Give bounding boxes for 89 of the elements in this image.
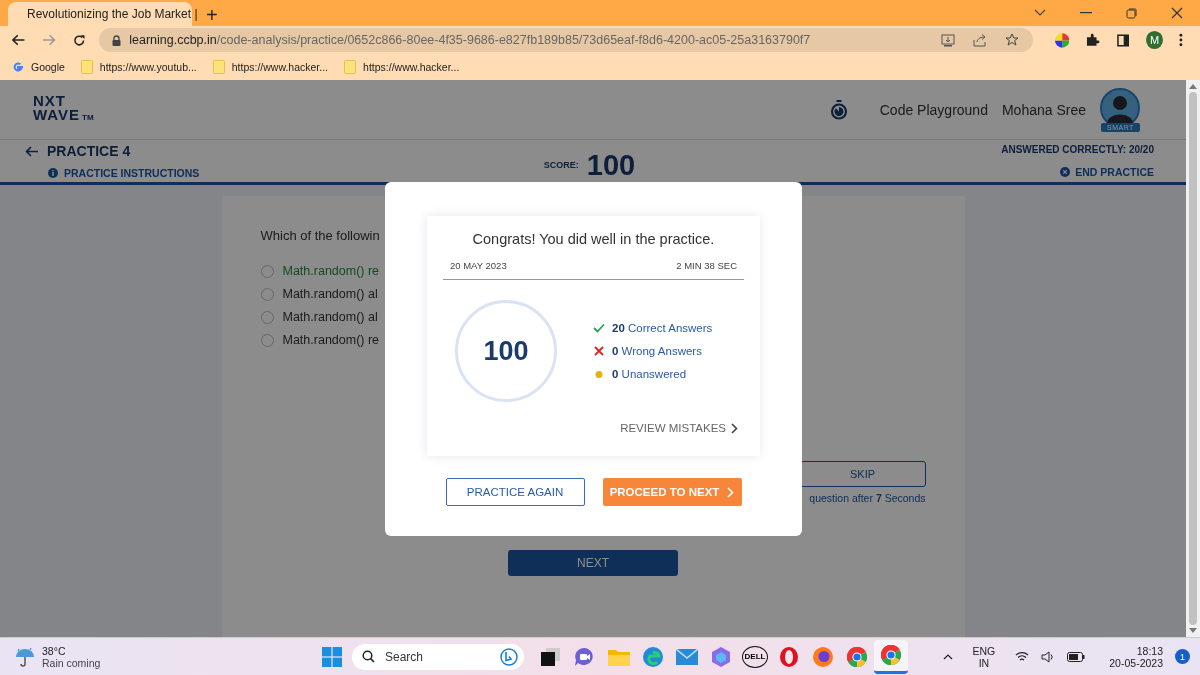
end-practice-link[interactable]: END PRACTICE — [1060, 166, 1154, 178]
clock[interactable]: 18:13 20-05-2023 — [1109, 644, 1163, 669]
restore-icon[interactable] — [1126, 7, 1137, 19]
battery-icon[interactable] — [1067, 651, 1086, 662]
wifi-icon[interactable] — [1015, 651, 1030, 662]
swirl-browser-icon — [643, 646, 663, 667]
back-arrow-icon[interactable] — [25, 145, 39, 157]
folder-icon — [608, 647, 630, 666]
close-icon[interactable] — [1171, 7, 1183, 19]
review-mistakes-link[interactable]: REVIEW MISTAKES — [620, 422, 738, 434]
install-icon[interactable] — [940, 33, 955, 47]
search-icon — [362, 650, 375, 663]
stopwatch-icon[interactable] — [829, 99, 848, 120]
skip-notice: question after 7 Seconds — [809, 492, 926, 504]
hexagon-icon — [711, 646, 731, 667]
bookmark[interactable]: https://www.hacker... — [212, 60, 329, 74]
close-circle-icon — [1060, 167, 1071, 177]
option-text: Math.random() re — [282, 264, 380, 278]
profile-avatar[interactable]: M — [1146, 31, 1164, 49]
chevron-down-icon[interactable] — [1034, 9, 1046, 17]
ring-browser-icon — [779, 646, 799, 667]
caret-up-icon[interactable] — [942, 653, 953, 660]
b-logo-icon[interactable] — [500, 647, 518, 666]
taskbar-app[interactable]: DELL — [738, 639, 772, 674]
scroll-up-icon[interactable] — [1189, 84, 1197, 89]
taskbar-search-field[interactable]: Search — [352, 643, 524, 670]
side-panel-icon[interactable] — [1116, 33, 1129, 47]
skip-button[interactable]: SKIP — [799, 461, 926, 487]
bookmark[interactable]: https://www.youtub... — [80, 60, 197, 74]
stat-text: 0 Wrong Answers — [612, 345, 702, 357]
practice-instructions-link[interactable]: PRACTICE INSTRUCTIONS — [48, 167, 544, 179]
practice-title: PRACTICE 4 — [47, 143, 131, 159]
weather-status: Rain coming — [42, 656, 101, 669]
share-icon[interactable] — [972, 33, 987, 47]
answered-correctly: ANSWERED CORRECTLY: 20/20 — [1001, 144, 1154, 155]
chrome-icon — [881, 645, 901, 665]
folder-icon — [80, 60, 93, 74]
cross-icon — [593, 346, 605, 356]
chrome-icon — [847, 646, 867, 667]
chevron-right-icon — [727, 486, 735, 498]
language-indicator[interactable]: ENG IN — [972, 644, 996, 669]
stat-text: 0 Unanswered — [612, 368, 687, 380]
score-value: 100 — [586, 148, 636, 182]
notification-badge[interactable]: 1 — [1175, 649, 1190, 664]
speaker-icon[interactable] — [1041, 650, 1056, 663]
score-label: SCORE: — [543, 160, 579, 170]
url-text: learning.ccbp.in/code-analysis/practice/0652c866-80ee-4f35-9686-e827fb189b85/73d65eaf-f8d6-4200-ac05-25a3163790f7 — [129, 33, 811, 47]
mail-icon — [676, 648, 698, 665]
option-text: Math.random() al — [282, 287, 378, 301]
nxtwave-logo[interactable]: NXT WAVE TM — [33, 94, 94, 125]
practice-date: 20 MAY 2023 — [450, 260, 507, 271]
dot-icon — [593, 370, 605, 378]
score-value: 100 — [483, 335, 529, 367]
video-chat-icon — [574, 646, 596, 667]
kebab-menu-icon[interactable] — [1179, 33, 1184, 47]
umbrella-icon — [14, 645, 36, 668]
minimize-icon[interactable] — [1080, 12, 1092, 14]
check-icon — [593, 323, 605, 333]
lock-icon — [112, 34, 122, 46]
scrollbar[interactable] — [1186, 80, 1200, 637]
reload-icon[interactable] — [72, 33, 86, 47]
folder-icon — [212, 60, 225, 74]
congrats-message: Congrats! You did well in the practice. — [471, 231, 716, 247]
address-bar[interactable]: learning.ccbp.in/code-analysis/practice/0652c866-80ee-4f35-9686-e827fb189b85/73d65eaf-f8d6-4200-ac05-25a3163790f7 — [99, 28, 1033, 52]
google-icon — [12, 61, 24, 73]
chevron-right-icon — [731, 422, 738, 434]
code-playground-link[interactable]: Code Playground — [879, 101, 988, 118]
question-text: Which of the followin — [260, 228, 380, 243]
practice-again-button[interactable]: PRACTICE AGAIN — [445, 478, 585, 506]
color-wheel-icon[interactable] — [1054, 32, 1070, 48]
stat-text: 20 Correct Answers — [612, 322, 713, 334]
tab-title: Revolutionizing the Job Market | — [27, 7, 198, 21]
star-icon[interactable] — [1004, 33, 1019, 47]
new-tab-button[interactable]: + — [206, 4, 218, 26]
info-icon — [48, 168, 58, 178]
user-name: Mohana Sree — [1001, 101, 1086, 118]
option-text: Math.random() re — [282, 333, 380, 347]
back-icon[interactable] — [12, 34, 26, 46]
scroll-down-icon[interactable] — [1189, 628, 1197, 633]
temperature: 38°C — [42, 644, 67, 657]
practice-duration: 2 MIN 38 SEC — [676, 260, 737, 271]
option-text: Math.random() al — [282, 310, 378, 324]
bookmark[interactable]: Google — [12, 61, 65, 73]
folder-icon — [344, 60, 357, 74]
overlapping-squares-icon — [541, 647, 561, 666]
puzzle-icon[interactable] — [1086, 33, 1100, 47]
next-button[interactable]: NEXT — [508, 550, 678, 576]
start-icon[interactable] — [322, 646, 342, 667]
bookmark[interactable]: https://www.hacker... — [344, 60, 460, 74]
